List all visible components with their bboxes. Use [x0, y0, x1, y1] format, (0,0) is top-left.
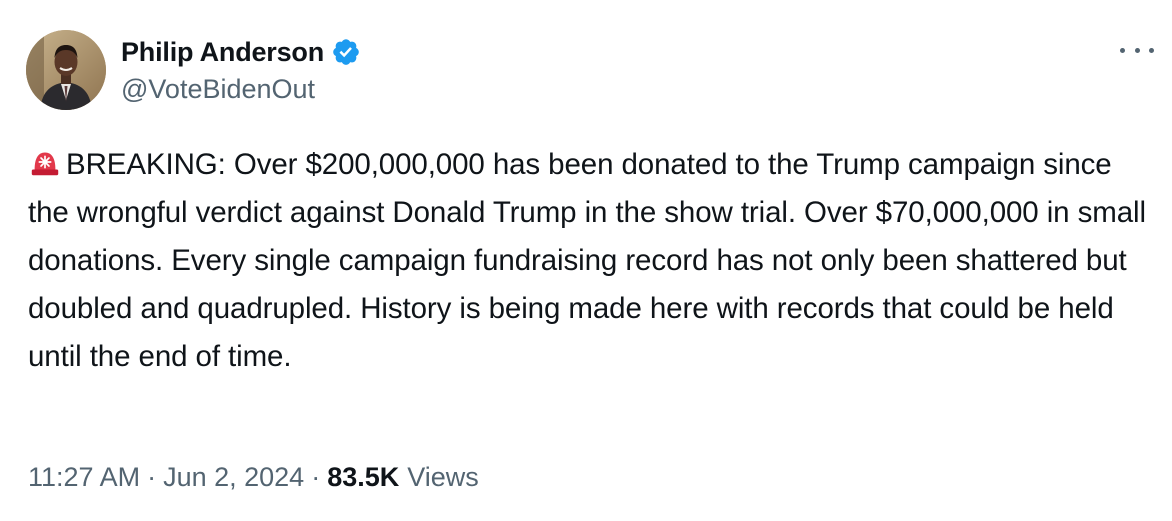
author-display-name[interactable]: Philip Anderson — [121, 37, 324, 68]
tweet-date[interactable]: Jun 2, 2024 — [163, 462, 304, 493]
views-label[interactable]: Views — [407, 462, 479, 493]
tweet-meta: 11:27 AM · Jun 2, 2024 · 83.5K Views — [28, 462, 479, 493]
tweet-time[interactable]: 11:27 AM — [28, 462, 140, 493]
meta-separator: · — [147, 462, 157, 492]
views-count[interactable]: 83.5K — [327, 462, 399, 493]
avatar[interactable] — [26, 30, 106, 110]
more-options-icon[interactable] — [1120, 40, 1154, 60]
author-name-row: Philip Anderson — [121, 34, 361, 70]
tweet-card: Philip Anderson @VoteBidenOut BREAKING: … — [0, 0, 1172, 521]
siren-icon — [28, 145, 62, 179]
verified-badge-icon — [333, 39, 359, 65]
meta-separator: · — [311, 462, 321, 492]
tweet-body: BREAKING: Over $200,000,000 has been don… — [28, 141, 1148, 381]
author-handle[interactable]: @VoteBidenOut — [121, 74, 315, 105]
tweet-text: BREAKING: Over $200,000,000 has been don… — [28, 148, 1146, 373]
profile-photo — [26, 30, 106, 110]
